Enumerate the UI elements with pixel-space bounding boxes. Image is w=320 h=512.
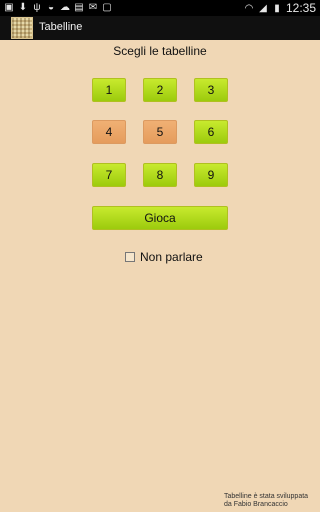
image-icon: ▣	[4, 2, 14, 13]
play-button[interactable]: Gioca	[92, 206, 228, 230]
number-button-5[interactable]: 5	[143, 120, 177, 144]
app-logo-icon[interactable]	[11, 17, 33, 39]
usb-icon: ψ	[33, 2, 41, 13]
signal-icon: ◢	[259, 2, 267, 14]
notification-icons: ▣ ⬇ ψ ◒ ☁ ▤ ✉ ▢	[4, 2, 112, 13]
number-button-4[interactable]: 4	[92, 120, 126, 144]
wifi-icon: ◠	[244, 2, 254, 14]
silent-checkbox-row[interactable]: Non parlare	[125, 250, 203, 264]
number-button-8[interactable]: 8	[143, 163, 177, 187]
status-bar: ▣ ⬇ ψ ◒ ☁ ▤ ✉ ▢ ◠ ◢ ▮ 12:35	[0, 0, 320, 16]
number-button-6[interactable]: 6	[194, 120, 228, 144]
credit-line-2: da Fabio Brancaccio	[224, 501, 288, 508]
number-button-3[interactable]: 3	[194, 78, 228, 102]
android-icon: ◒	[47, 2, 55, 13]
shop-icon: ▤	[74, 2, 84, 13]
download-icon: ⬇	[18, 2, 28, 13]
number-button-9[interactable]: 9	[194, 163, 228, 187]
app-title: Tabelline	[39, 21, 83, 33]
battery-icon: ▮	[274, 2, 280, 14]
number-button-2[interactable]: 2	[143, 78, 177, 102]
page-title: Scegli le tabelline	[113, 44, 207, 58]
cloud-icon: ☁	[60, 2, 70, 13]
mail-icon: ✉	[88, 2, 98, 13]
status-time: 12:35	[285, 1, 316, 15]
silent-label: Non parlare	[140, 250, 203, 264]
action-bar: Tabelline	[0, 16, 320, 40]
developer-credit: Tabelline è stata sviluppata da Fabio Br…	[224, 493, 320, 509]
screenshot-icon: ▢	[102, 2, 112, 13]
system-icons: ◠ ◢ ▮ 12:35	[244, 1, 316, 15]
number-button-7[interactable]: 7	[92, 163, 126, 187]
silent-checkbox[interactable]	[125, 252, 135, 262]
number-button-1[interactable]: 1	[92, 78, 126, 102]
credit-line-1: Tabelline è stata sviluppata	[224, 493, 309, 500]
